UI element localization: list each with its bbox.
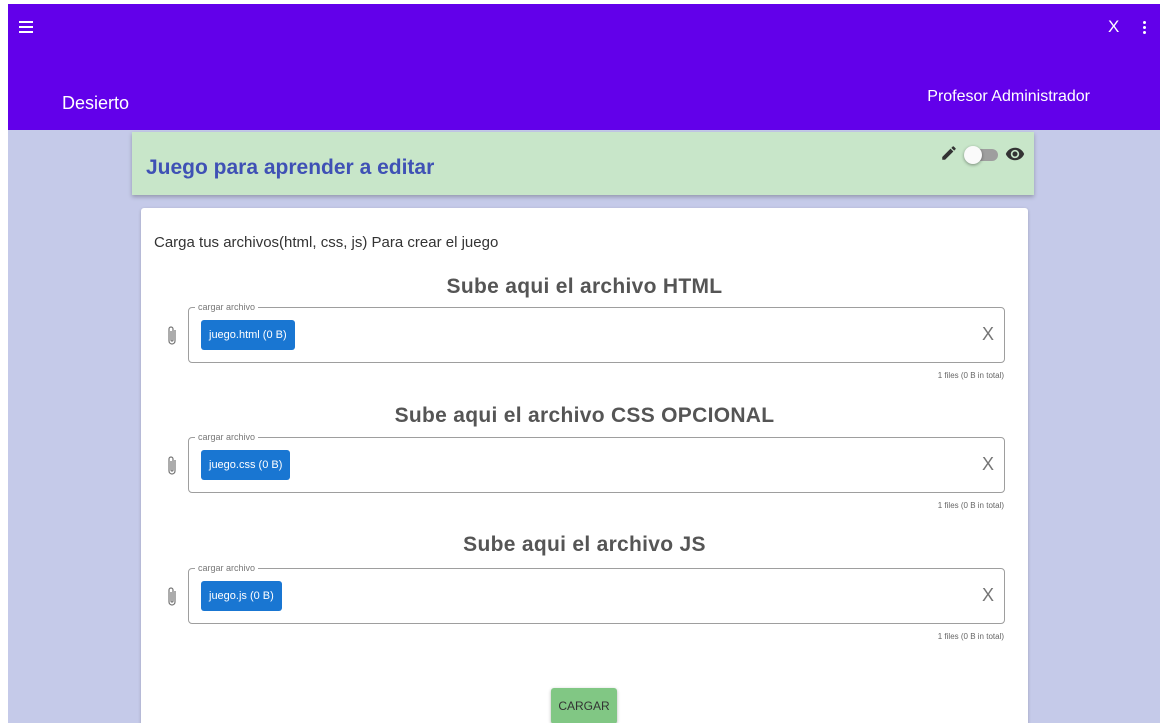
instructions-text: Carga tus archivos(html, css, js) Para c… [154, 234, 499, 251]
attach-icon[interactable] [166, 325, 178, 347]
game-title: Juego para aprender a editar [146, 156, 435, 179]
file-count-html: 1 files (0 B in total) [937, 371, 1004, 380]
app-title: Desierto [62, 93, 130, 113]
file-input-label: cargar archivo [195, 301, 259, 313]
close-button[interactable]: X [1108, 18, 1119, 36]
attach-icon[interactable] [166, 455, 178, 477]
file-chip-css[interactable]: juego.css (0 B) [201, 450, 291, 480]
file-input-html[interactable]: cargar archivo juego.html (0 B) X [188, 301, 1005, 363]
section-title-html: Sube aqui el archivo HTML [446, 275, 723, 298]
clear-file-button[interactable]: X [982, 453, 994, 475]
file-count-css: 1 files (0 B in total) [937, 501, 1004, 510]
file-input-label: cargar archivo [195, 562, 259, 574]
top-app-bar: X Desierto Profesor Administrador [8, 4, 1160, 130]
game-header-card: Juego para aprender a editar [132, 132, 1034, 195]
file-chip-html[interactable]: juego.html (0 B) [201, 320, 295, 350]
file-count-js: 1 files (0 B in total) [937, 632, 1004, 641]
pencil-icon[interactable] [940, 144, 958, 162]
section-title-css: Sube aqui el archivo CSS OPCIONAL [394, 404, 775, 427]
upload-form-card: Carga tus archivos(html, css, js) Para c… [141, 208, 1028, 723]
eye-icon[interactable] [1005, 144, 1025, 164]
attach-icon[interactable] [166, 586, 178, 608]
more-vert-icon[interactable] [1142, 21, 1146, 35]
app-window: X Desierto Profesor Administrador Juego … [8, 4, 1160, 723]
menu-icon[interactable] [19, 21, 33, 33]
clear-file-button[interactable]: X [982, 584, 994, 606]
user-name[interactable]: Profesor Administrador [927, 88, 1090, 106]
edit-mode-toggle[interactable] [964, 146, 1000, 164]
clear-file-button[interactable]: X [982, 323, 994, 345]
toggle-thumb [964, 146, 982, 164]
file-input-label: cargar archivo [195, 431, 259, 443]
section-title-js: Sube aqui el archivo JS [463, 533, 706, 556]
file-chip-js[interactable]: juego.js (0 B) [201, 581, 282, 611]
file-input-js[interactable]: cargar archivo juego.js (0 B) X [188, 562, 1005, 624]
file-input-css[interactable]: cargar archivo juego.css (0 B) X [188, 431, 1005, 493]
upload-button[interactable]: CARGAR [551, 688, 617, 723]
